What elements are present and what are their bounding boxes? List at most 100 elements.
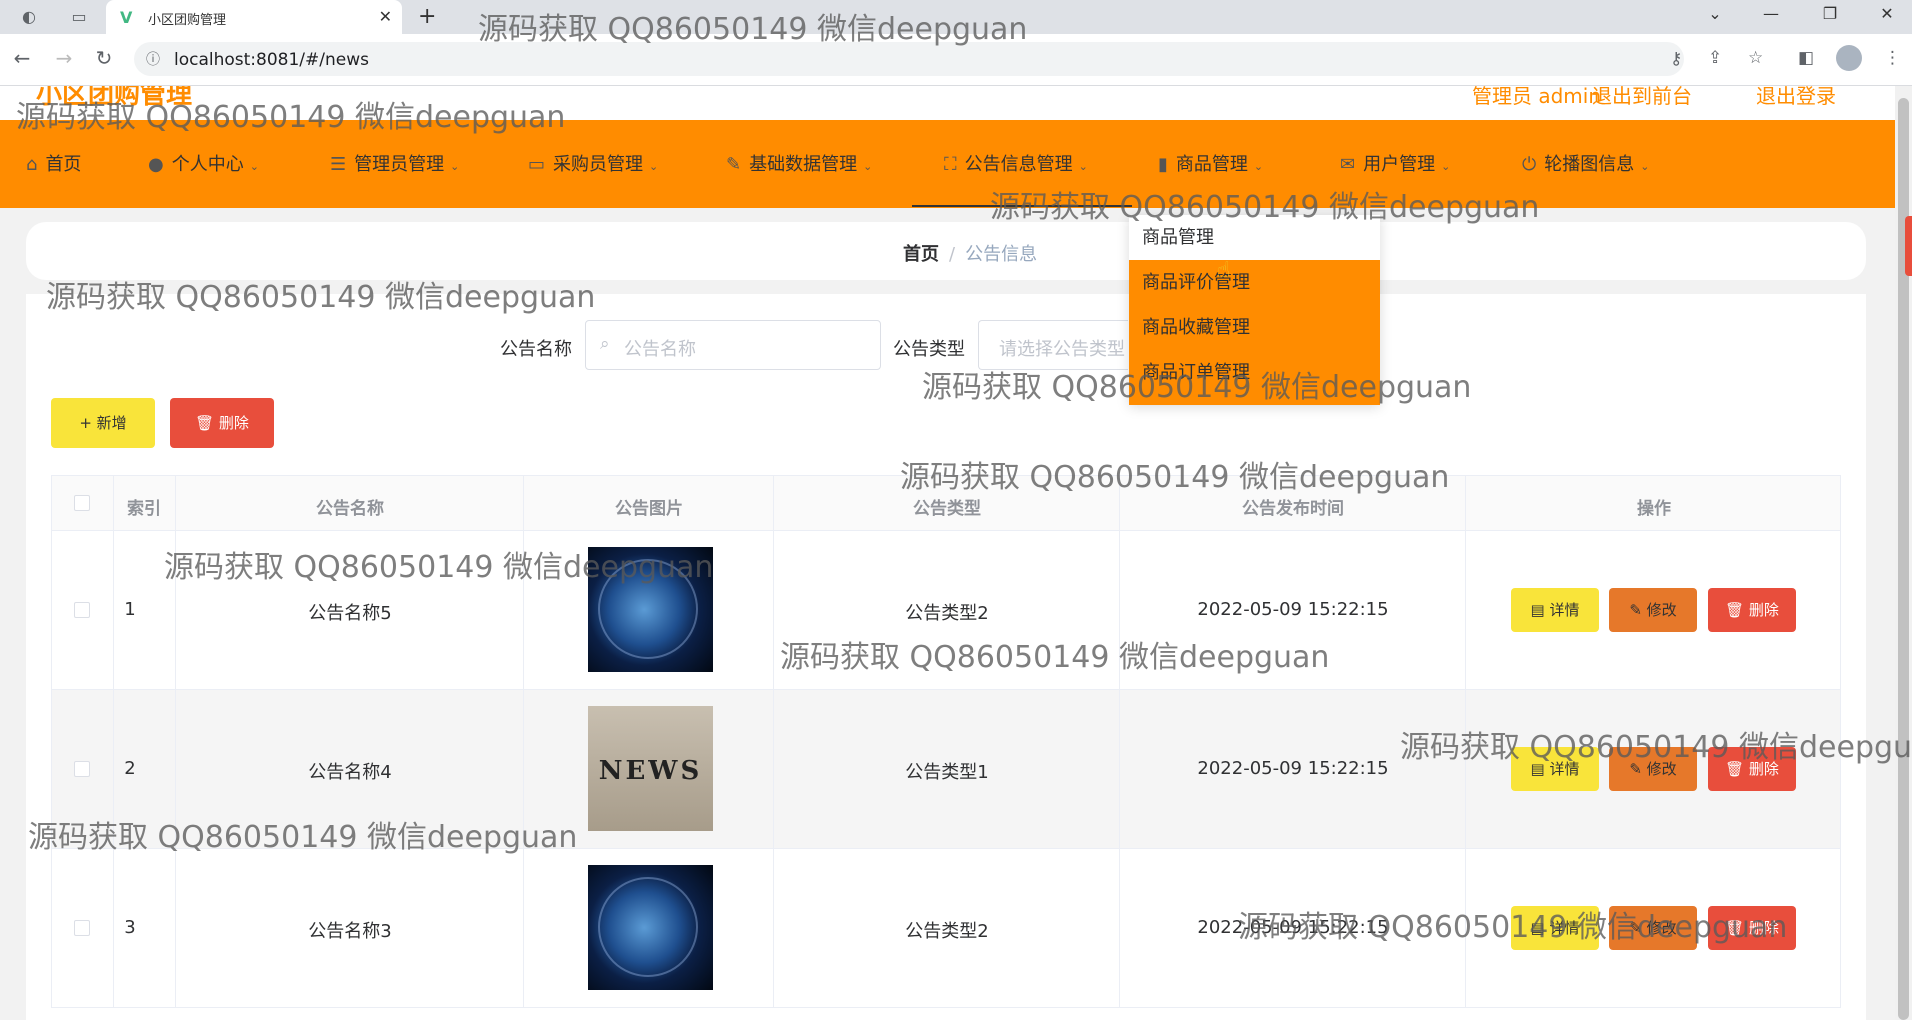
admin-label: 管理员 admin	[1472, 86, 1602, 108]
announcement-type-select[interactable]: 请选择公告类型	[978, 320, 1128, 370]
menu-item-label: 管理员管理	[354, 154, 445, 175]
row-type: 公告类型1	[905, 762, 989, 783]
reload-icon[interactable]: ↻	[90, 46, 118, 70]
tab-search-icon[interactable]: ◐	[18, 6, 40, 28]
document-icon: ▤	[1530, 760, 1550, 778]
detail-button[interactable]: ▤ 详情	[1511, 747, 1599, 791]
batch-delete-button[interactable]: 🗑 删除	[170, 398, 274, 448]
edit-label: 修改	[1646, 919, 1677, 937]
pencil-icon: ✎	[1629, 760, 1647, 778]
chart-icon: ▮	[1158, 154, 1168, 175]
menu-item-label: 采购员管理	[553, 154, 644, 175]
tab-group-icon[interactable]: ▭	[68, 6, 90, 28]
column-divider	[113, 475, 114, 1008]
announcement-name-input[interactable]: ⌕ 公告名称	[585, 320, 881, 370]
bookmark-star-icon[interactable]: ☆	[1748, 48, 1763, 68]
column-divider	[1119, 475, 1120, 1008]
edit-button[interactable]: ✎ 修改	[1609, 747, 1697, 791]
sidebar-panel-icon[interactable]: ◧	[1798, 48, 1814, 68]
new-tab-icon[interactable]: +	[418, 4, 436, 29]
back-to-frontend-link[interactable]: 退出到前台	[1592, 86, 1692, 109]
detail-button[interactable]: ▤ 详情	[1511, 906, 1599, 950]
pencil-icon: ✎	[1629, 601, 1647, 619]
delete-button[interactable]: 🗑 删除	[1708, 747, 1796, 791]
app-header: 小区团购管理 管理员 admin 退出到前台 退出登录	[0, 86, 1895, 120]
row-checkbox[interactable]	[74, 602, 90, 618]
submenu-item-orders[interactable]: 商品订单管理	[1129, 350, 1380, 395]
menu-item-admins[interactable]: ☰ 管理员管理 ⌄	[330, 150, 459, 178]
key-icon[interactable]: ⚷	[1670, 49, 1682, 69]
edit-button[interactable]: ✎ 修改	[1609, 906, 1697, 950]
menu-item-home[interactable]: ⌂ 首页	[26, 150, 81, 178]
row-checkbox[interactable]	[74, 920, 90, 936]
delete-label: 删除	[1748, 760, 1779, 778]
edit-icon: ✎	[726, 154, 742, 175]
select-all-checkbox[interactable]	[74, 495, 90, 511]
news-image-text: NEWS	[598, 756, 703, 786]
delete-label: 删除	[1748, 919, 1779, 937]
forward-icon[interactable]: →	[50, 46, 78, 70]
add-button[interactable]: + 新增	[51, 398, 155, 448]
chevron-down-icon: ⌄	[1253, 160, 1264, 173]
tab-close-icon[interactable]: ✕	[379, 7, 392, 26]
row-name: 公告名称3	[308, 921, 392, 942]
announcement-image: NEWS	[588, 706, 713, 831]
home-icon: ⌂	[26, 154, 38, 175]
table-row: 1 公告名称5 公告类型2 2022-05-09 15:22:15 ▤ 详情 ✎…	[51, 531, 1841, 690]
menu-item-carousel[interactable]: ⏻ 轮播图信息 ⌄	[1522, 150, 1649, 178]
delete-button[interactable]: 🗑 删除	[1708, 588, 1796, 632]
menu-item-label: 基础数据管理	[749, 154, 858, 175]
menu-item-users[interactable]: ✉ 用户管理 ⌄	[1340, 150, 1450, 178]
back-icon[interactable]: ←	[8, 46, 36, 70]
globe-ring	[598, 559, 698, 659]
row-index: 1	[124, 599, 136, 620]
header-actions: 操作	[1637, 499, 1671, 519]
submenu-item-favorites[interactable]: 商品收藏管理	[1129, 305, 1380, 350]
table-header: 索引 公告名称 公告图片 公告类型 公告发布时间 操作	[51, 475, 1841, 531]
header-index: 索引	[127, 499, 161, 519]
share-icon[interactable]: ⇪	[1708, 48, 1722, 68]
message-icon: ▭	[528, 154, 546, 175]
tab-list-chevron-icon[interactable]: ⌄	[1700, 4, 1730, 23]
submenu-item-products[interactable]: 商品管理	[1129, 215, 1380, 260]
pencil-icon: ✎	[1629, 919, 1647, 937]
menu-item-label: 用户管理	[1363, 154, 1436, 175]
browser-menu-icon[interactable]: ⋮	[1884, 48, 1901, 68]
menu-item-label: 首页	[45, 154, 82, 175]
breadcrumb-home[interactable]: 首页	[903, 244, 939, 265]
site-info-icon[interactable]: ⓘ	[146, 49, 160, 69]
edit-button[interactable]: ✎ 修改	[1609, 588, 1697, 632]
browser-tab[interactable]: V 小区团购管理 ✕	[106, 0, 402, 34]
trash-icon: 🗑	[195, 414, 219, 432]
add-button-label: 新增	[96, 414, 127, 432]
menu-item-base-data[interactable]: ✎ 基础数据管理 ⌄	[726, 150, 872, 178]
menu-item-purchasers[interactable]: ▭ 采购员管理 ⌄	[528, 150, 658, 178]
menu-item-announcements[interactable]: ⛶ 公告信息管理 ⌄	[944, 150, 1088, 178]
column-divider	[773, 475, 774, 1008]
row-time: 2022-05-09 15:22:15	[1197, 758, 1389, 779]
menu-item-products[interactable]: ▮ 商品管理 ⌄	[1158, 150, 1263, 178]
url-omnibox[interactable]: ⓘ localhost:8081/#/news ⚷	[134, 42, 1684, 76]
detail-label: 详情	[1549, 601, 1580, 619]
detail-button[interactable]: ▤ 详情	[1511, 588, 1599, 632]
column-divider	[175, 475, 176, 1008]
close-window-icon[interactable]: ✕	[1872, 4, 1902, 23]
menu-item-profile[interactable]: ● 个人中心 ⌄	[148, 150, 259, 178]
row-name: 公告名称5	[308, 603, 392, 624]
breadcrumb-current: 公告信息	[965, 244, 1038, 265]
row-checkbox[interactable]	[74, 761, 90, 777]
hand-cursor-icon: ☝	[1217, 258, 1231, 283]
restore-icon[interactable]: ❐	[1815, 4, 1845, 23]
profile-avatar[interactable]	[1836, 45, 1862, 71]
menu-item-label: 公告信息管理	[964, 154, 1073, 175]
row-time: 2022-05-09 15:22:15	[1197, 599, 1389, 620]
side-tab[interactable]	[1905, 216, 1912, 276]
header-type: 公告类型	[913, 499, 981, 519]
minimize-icon[interactable]: —	[1756, 4, 1786, 23]
row-index: 2	[124, 758, 136, 779]
url-text[interactable]: localhost:8081/#/news	[174, 50, 369, 70]
logout-link[interactable]: 退出登录	[1756, 86, 1836, 109]
row-type: 公告类型2	[905, 921, 989, 942]
delete-button[interactable]: 🗑 删除	[1708, 906, 1796, 950]
submenu-item-reviews[interactable]: 商品评价管理	[1129, 260, 1380, 305]
